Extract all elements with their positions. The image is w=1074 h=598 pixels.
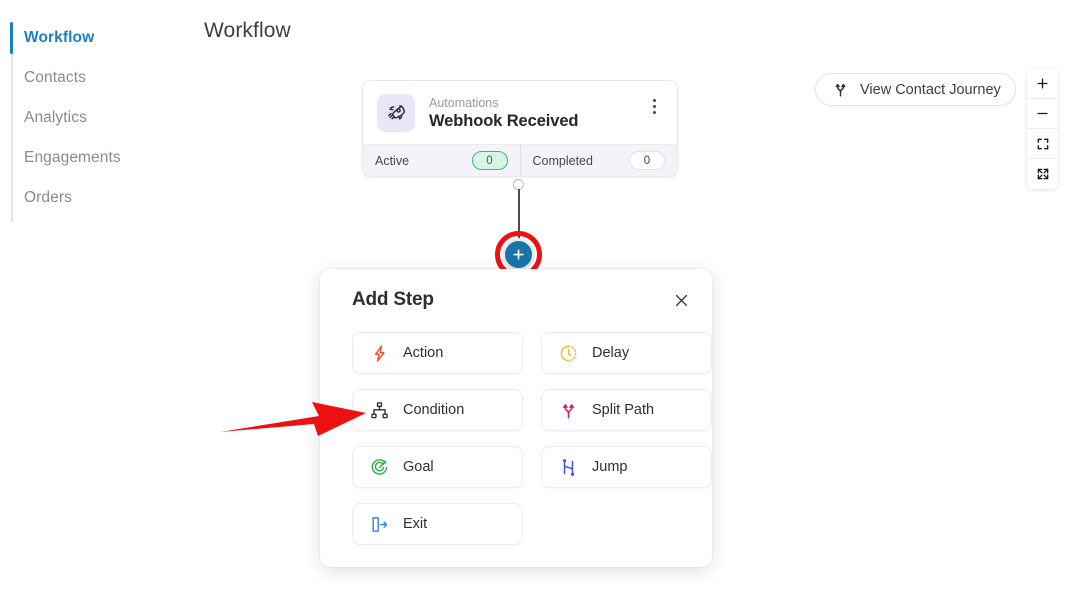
kebab-menu-icon[interactable] [645, 95, 663, 117]
sidebar-item-label: Engagements [24, 149, 121, 166]
split-path-icon [830, 79, 851, 100]
step-option-action[interactable]: Action [352, 332, 523, 374]
step-option-delay[interactable]: Delay [541, 332, 712, 374]
sidebar-item-engagements[interactable]: Engagements [0, 138, 190, 178]
step-option-exit[interactable]: Exit [352, 503, 523, 545]
rocket-icon [377, 94, 415, 132]
zoom-out-button[interactable] [1027, 99, 1058, 129]
step-option-label: Jump [592, 459, 628, 475]
connector-line [518, 189, 520, 239]
panel-header: Add Step [336, 286, 696, 314]
node-stat-completed: Completed 0 [519, 145, 678, 176]
sidebar-item-workflow[interactable]: Workflow [0, 18, 190, 58]
exit-door-icon [369, 514, 390, 535]
node-stat-label: Active [375, 153, 410, 168]
step-option-label: Condition [403, 402, 465, 418]
step-type-grid: Action Delay Condition Split Path Goal J… [336, 332, 712, 545]
hierarchy-icon [369, 400, 390, 421]
step-option-label: Split Path [592, 402, 655, 418]
step-option-label: Exit [403, 516, 428, 532]
node-body: Automations Webhook Received [363, 81, 677, 144]
node-stats-footer: Active 0 Completed 0 [363, 144, 677, 176]
zoom-controls [1027, 69, 1058, 189]
jump-icon [558, 457, 579, 478]
add-step-button[interactable] [502, 238, 535, 271]
close-icon[interactable] [667, 286, 695, 314]
step-option-label: Delay [592, 345, 630, 361]
fit-view-button[interactable] [1027, 129, 1058, 159]
split-path-icon [558, 400, 579, 421]
node-text: Automations Webhook Received [429, 94, 645, 132]
target-icon [369, 457, 390, 478]
app-root: Workflow Contacts Analytics Engagements … [0, 0, 1074, 598]
sidebar-item-contacts[interactable]: Contacts [0, 58, 190, 98]
add-step-panel: Add Step Action Delay Condition Split Pa… [320, 269, 712, 567]
node-stat-value: 0 [471, 151, 508, 170]
zoom-in-button[interactable] [1027, 69, 1058, 99]
node-title: Webhook Received [429, 112, 579, 130]
panel-title: Add Step [352, 289, 434, 310]
sidebar-selection-indicator [10, 22, 13, 54]
sidebar-item-label: Workflow [24, 29, 95, 46]
step-option-jump[interactable]: Jump [541, 446, 712, 488]
sidebar-item-label: Orders [24, 189, 72, 206]
sidebar-item-analytics[interactable]: Analytics [0, 98, 190, 138]
node-stat-label: Completed [532, 153, 593, 168]
step-option-condition[interactable]: Condition [352, 389, 523, 431]
view-contact-journey-button[interactable]: View Contact Journey [815, 73, 1016, 106]
step-option-split-path[interactable]: Split Path [541, 389, 712, 431]
clock-icon [558, 343, 579, 364]
step-option-label: Goal [403, 459, 434, 475]
sidebar-item-orders[interactable]: Orders [0, 178, 190, 218]
step-option-label: Action [403, 345, 444, 361]
fullscreen-button[interactable] [1027, 159, 1058, 189]
node-category: Automations [429, 96, 499, 110]
sidebar-item-label: Analytics [24, 109, 87, 126]
lightning-bolt-icon [369, 343, 390, 364]
sidebar: Workflow Contacts Analytics Engagements … [0, 0, 190, 598]
node-stat-value: 0 [629, 151, 665, 170]
view-contact-journey-label: View Contact Journey [860, 81, 1001, 98]
step-option-goal[interactable]: Goal [352, 446, 523, 488]
sidebar-item-label: Contacts [24, 69, 86, 86]
workflow-node-card[interactable]: Automations Webhook Received Active 0 Co… [362, 80, 678, 177]
node-stat-active: Active 0 [363, 145, 520, 176]
